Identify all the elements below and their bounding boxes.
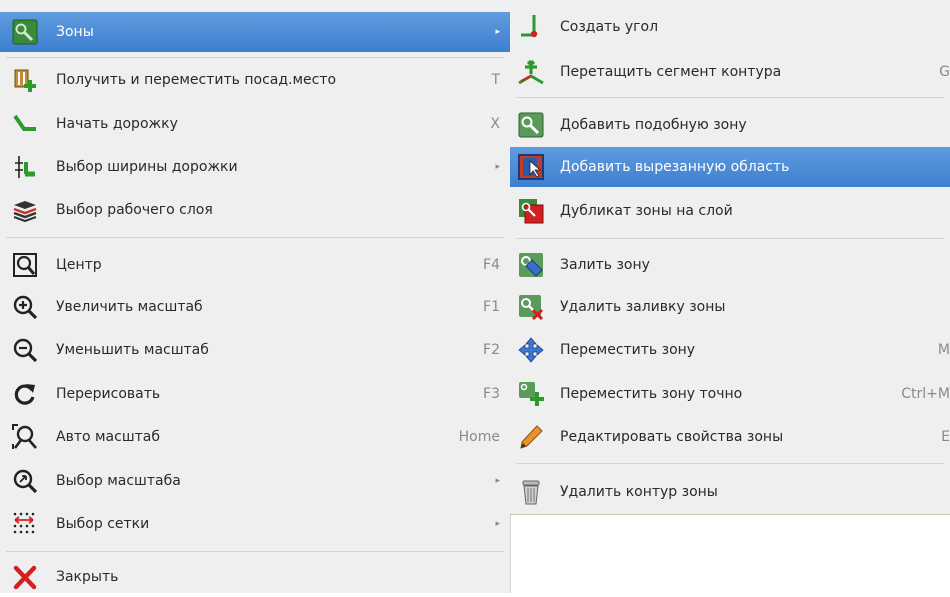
separator xyxy=(6,237,504,238)
close-icon xyxy=(12,564,38,590)
menu-item-label: Залить зону xyxy=(560,257,650,273)
menu-item-zones[interactable]: Зоны ▸ xyxy=(0,12,510,52)
menu-item-label: Перерисовать xyxy=(56,386,161,402)
shortcut: G xyxy=(939,64,950,80)
shortcut: E xyxy=(941,429,950,445)
shortcut: X xyxy=(490,116,500,132)
drag-segment-icon xyxy=(518,59,544,85)
menu-item-label: Выбор сетки xyxy=(56,516,150,532)
shortcut: T xyxy=(491,72,500,88)
menu-item-label: Увеличить масштаб xyxy=(56,299,203,315)
menu-item-label: Перетащить сегмент контура xyxy=(560,64,782,80)
shortcut: F2 xyxy=(483,342,500,358)
menu-item-center[interactable]: Центр F4 xyxy=(0,245,510,285)
menu-item-label: Создать угол xyxy=(560,19,659,35)
menu-item-label: Выбор рабочего слоя xyxy=(56,202,213,218)
zoom-out-icon xyxy=(12,337,38,363)
zoom-fit-icon xyxy=(12,424,38,450)
menu-item-label: Добавить вырезанную область xyxy=(560,159,790,175)
menu-item-label: Центр xyxy=(56,257,102,273)
menu-item-label: Редактировать свойства зоны xyxy=(560,429,784,445)
menu-item-label: Уменьшить масштаб xyxy=(56,342,209,358)
context-menu: Зоны ▸ Получить и переместить посад.мест… xyxy=(0,0,511,593)
menu-item-label: Начать дорожку xyxy=(56,116,178,132)
menu-item-start-track[interactable]: Начать дорожку X xyxy=(0,104,510,144)
submenu-arrow-icon: ▸ xyxy=(495,476,500,486)
menu-item-select-grid[interactable]: Выбор сетки ▸ xyxy=(0,504,510,544)
menu-item-label: Выбор ширины дорожки xyxy=(56,159,238,175)
menu-item-label: Переместить зону xyxy=(560,342,696,358)
menu-item-label: Дубликат зоны на слой xyxy=(560,203,733,219)
grid-icon xyxy=(12,511,38,537)
menu-item-label: Выбор масштаба xyxy=(56,473,181,489)
shortcut: Ctrl+M xyxy=(901,386,950,402)
submenu-item-unfill-zone[interactable]: Удалить заливку зоны xyxy=(510,287,950,327)
zone-icon xyxy=(12,19,38,45)
unfill-zone-icon xyxy=(518,294,544,320)
zoom-select-icon xyxy=(12,468,38,494)
pencil-icon xyxy=(518,424,544,450)
separator xyxy=(516,463,944,464)
menu-item-auto-zoom[interactable]: Авто масштаб Home xyxy=(0,417,510,457)
zones-submenu: Создать угол Перетащить сегмент контура … xyxy=(510,0,950,515)
corner-icon xyxy=(518,14,544,40)
submenu-item-add-cutout[interactable]: Добавить вырезанную область xyxy=(510,147,950,187)
add-similar-zone-icon xyxy=(518,112,544,138)
submenu-item-create-corner[interactable]: Создать угол xyxy=(510,7,950,47)
shortcut: F3 xyxy=(483,386,500,402)
menu-item-label: Удалить заливку зоны xyxy=(560,299,726,315)
move-icon xyxy=(518,337,544,363)
move-exact-icon xyxy=(518,381,544,407)
submenu-item-add-similar-zone[interactable]: Добавить подобную зону xyxy=(510,105,950,145)
add-cutout-icon xyxy=(518,154,544,180)
submenu-item-fill-zone[interactable]: Залить зону xyxy=(510,245,950,285)
submenu-arrow-icon: ▸ xyxy=(495,519,500,529)
submenu-item-duplicate-zone[interactable]: Дубликат зоны на слой xyxy=(510,191,950,231)
menu-item-label: Зоны xyxy=(56,24,94,40)
shortcut: F1 xyxy=(483,299,500,315)
submenu-arrow-icon: ▸ xyxy=(495,162,500,172)
menu-item-label: Удалить контур зоны xyxy=(560,484,718,500)
zoom-center-icon xyxy=(12,252,38,278)
shortcut: M xyxy=(937,342,950,358)
submenu-item-move-zone-exact[interactable]: Переместить зону точно Ctrl+M xyxy=(510,374,950,414)
duplicate-zone-icon xyxy=(518,198,544,224)
menu-item-label: Переместить зону точно xyxy=(560,386,743,402)
shortcut: F4 xyxy=(483,257,500,273)
menu-item-redraw[interactable]: Перерисовать F3 xyxy=(0,374,510,414)
menu-item-label: Авто масштаб xyxy=(56,429,161,445)
menu-item-select-zoom[interactable]: Выбор масштаба ▸ xyxy=(0,461,510,501)
submenu-arrow-icon: ▸ xyxy=(495,27,500,37)
menu-item-track-width[interactable]: Выбор ширины дорожки ▸ xyxy=(0,147,510,187)
submenu-item-drag-segment[interactable]: Перетащить сегмент контура G xyxy=(510,52,950,92)
submenu-item-delete-zone-outline[interactable]: Удалить контур зоны xyxy=(510,472,950,512)
trash-icon xyxy=(518,479,544,505)
menu-item-zoom-out[interactable]: Уменьшить масштаб F2 xyxy=(0,330,510,370)
submenu-item-move-zone[interactable]: Переместить зону M xyxy=(510,330,950,370)
separator xyxy=(516,238,944,239)
menu-item-label: Закрыть xyxy=(56,569,119,585)
separator xyxy=(6,551,504,552)
footprint-move-icon xyxy=(12,67,38,93)
menu-item-label: Получить и переместить посад.место xyxy=(56,72,337,88)
separator xyxy=(516,97,944,98)
menu-item-select-layer[interactable]: Выбор рабочего слоя xyxy=(0,190,510,230)
menu-item-close[interactable]: Закрыть xyxy=(0,557,510,597)
shortcut: Home xyxy=(458,429,500,445)
fill-zone-icon xyxy=(518,252,544,278)
menu-item-get-move-footprint[interactable]: Получить и переместить посад.место T xyxy=(0,60,510,100)
track-width-icon xyxy=(12,154,38,180)
track-icon xyxy=(12,111,38,137)
separator xyxy=(6,57,504,58)
menu-item-label: Добавить подобную зону xyxy=(560,117,747,133)
layers-icon xyxy=(12,197,38,223)
zoom-in-icon xyxy=(12,294,38,320)
menu-item-zoom-in[interactable]: Увеличить масштаб F1 xyxy=(0,287,510,327)
redraw-icon xyxy=(12,381,38,407)
submenu-item-edit-zone-properties[interactable]: Редактировать свойства зоны E xyxy=(510,417,950,457)
